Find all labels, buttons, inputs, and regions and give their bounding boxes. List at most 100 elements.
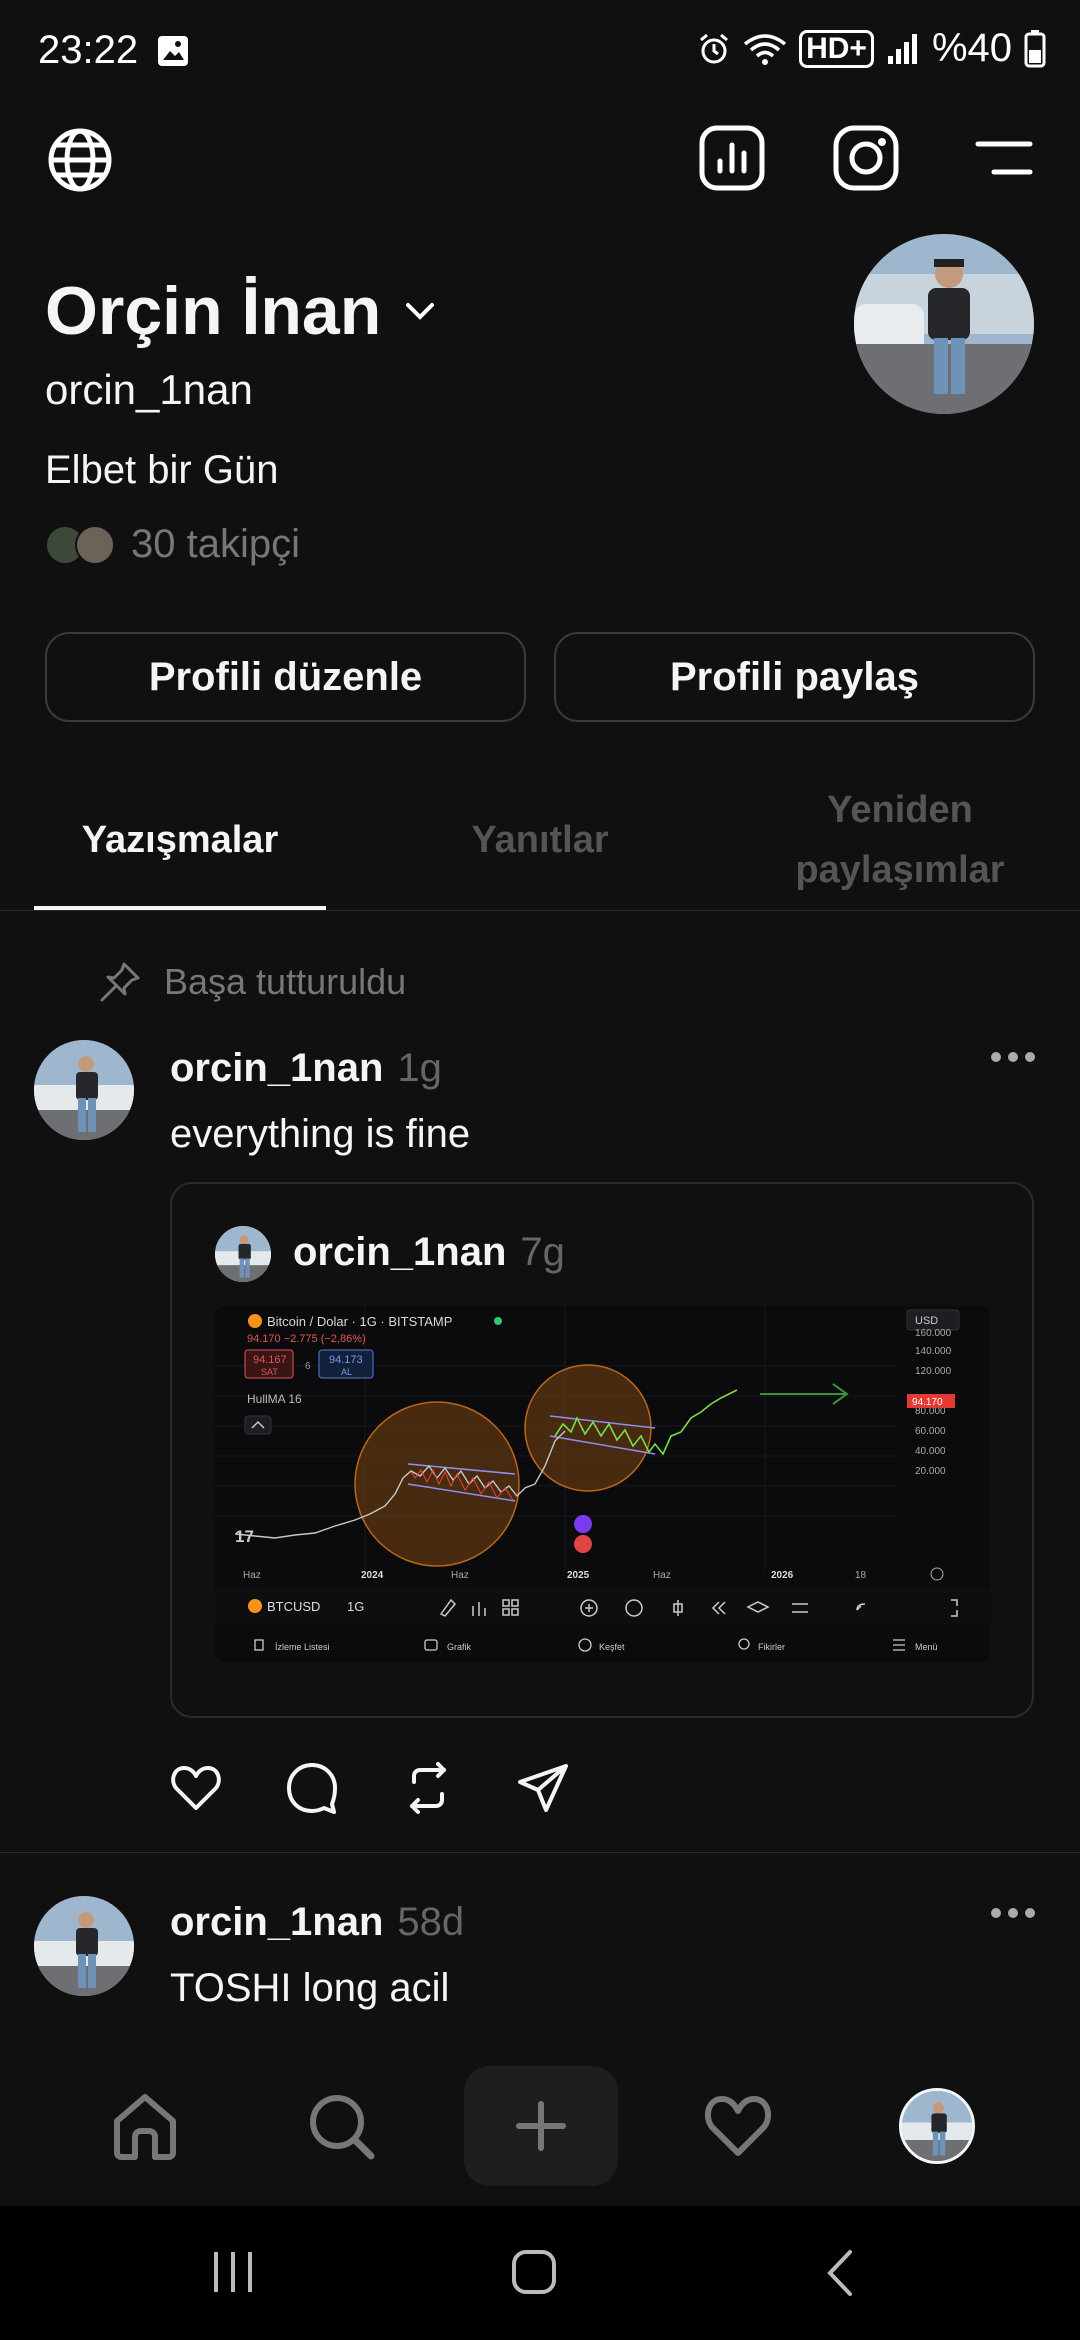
chevron-down-icon[interactable] <box>405 301 435 321</box>
edit-profile-button[interactable]: Profili düzenle <box>45 632 526 722</box>
like-icon[interactable] <box>168 1760 224 1816</box>
tab-replies[interactable]: Yanıtlar <box>395 770 685 910</box>
flag-icon <box>574 1535 592 1553</box>
tab-posts[interactable]: Yazışmalar <box>34 770 326 910</box>
bitcoin-icon <box>248 1599 262 1613</box>
system-navigation-bar <box>0 2206 1080 2340</box>
alarm-icon <box>697 32 731 66</box>
battery-percent: %40 <box>931 26 1012 70</box>
instagram-icon[interactable] <box>826 118 906 198</box>
avatar <box>75 524 115 565</box>
pin-icon <box>98 960 142 1004</box>
post-username[interactable]: orcin_1nan <box>170 1046 383 1090</box>
status-right: HD+ %40 <box>697 26 1046 71</box>
profile-handle: orcin_1nan <box>45 366 253 413</box>
chart-price-line: 94.170 −2.775 (−2,86%) <box>247 1333 366 1345</box>
pinned-label: Başa tutturuldu <box>164 961 407 1002</box>
time-tick: Haz <box>451 1570 469 1581</box>
profile-avatar[interactable] <box>854 234 1034 414</box>
status-time: 23:22 <box>38 28 139 72</box>
profile-name-text: Orçin İnan <box>45 273 382 349</box>
menu-item: İzleme Listesi <box>275 1642 330 1652</box>
home-icon[interactable] <box>70 2066 220 2186</box>
indicator-label: HullMA 16 <box>247 1392 302 1406</box>
search-icon[interactable] <box>266 2066 416 2186</box>
network-type-icon: HD+ <box>799 29 874 68</box>
gallery-notification-icon <box>156 34 190 68</box>
currency-label: USD <box>915 1315 938 1327</box>
post-header: orcin_1nan 1g <box>170 1046 442 1091</box>
price-tick: 140.000 <box>915 1346 952 1357</box>
buy-price: 94.173 <box>329 1354 363 1366</box>
highlight-circle <box>524 1364 652 1492</box>
time-tick: Haz <box>243 1570 261 1581</box>
price-tick: 160.000 <box>915 1328 952 1339</box>
plus-icon <box>516 2101 566 2151</box>
live-indicator-icon <box>494 1317 502 1325</box>
avatar <box>215 1226 271 1282</box>
wifi-icon <box>743 32 787 66</box>
chart-screenshot[interactable]: Bitcoin / Dolar · 1G · BITSTAMP 94.170 −… <box>215 1306 990 1662</box>
price-tick: 20.000 <box>915 1466 946 1477</box>
time-tick: 18 <box>855 1570 867 1581</box>
divider <box>0 910 1080 911</box>
spread-value: 6 <box>305 1361 311 1372</box>
symbol-label: BTCUSD <box>267 1599 320 1614</box>
battery-icon <box>1024 29 1046 68</box>
post-username[interactable]: orcin_1nan <box>170 1900 383 1944</box>
collapse-button <box>244 1415 272 1435</box>
price-tick: 40.000 <box>915 1446 946 1457</box>
home-button-icon[interactable] <box>510 2248 558 2296</box>
avatar[interactable] <box>34 1040 134 1140</box>
more-options-icon[interactable] <box>990 1906 1036 1920</box>
time-tick: 2026 <box>771 1570 794 1581</box>
menu-item: Fikirler <box>758 1642 785 1652</box>
time-tick: Haz <box>653 1570 671 1581</box>
sell-price: 94.167 <box>253 1354 287 1366</box>
divider <box>0 1852 1080 1853</box>
bitcoin-icon <box>248 1314 262 1328</box>
post-text: everything is fine <box>170 1112 471 1156</box>
profile-nav-avatar[interactable] <box>862 2066 1012 2186</box>
post-time: 1g <box>397 1046 442 1090</box>
tradingview-logo: 17 <box>235 1527 254 1546</box>
share-profile-button[interactable]: Profili paylaş <box>554 632 1035 722</box>
buy-label: AL <box>341 1367 352 1377</box>
menu-icon[interactable] <box>964 118 1044 198</box>
share-icon[interactable] <box>516 1760 572 1816</box>
current-price: 94.170 <box>912 1397 943 1408</box>
menu-item: Menü <box>915 1642 938 1652</box>
quoted-time: 7g <box>520 1230 565 1274</box>
tab-reposts[interactable]: Yeniden paylaşımlar <box>760 770 1040 910</box>
create-post-button[interactable] <box>464 2066 618 2186</box>
time-tick: 2024 <box>361 1570 384 1581</box>
comment-icon[interactable] <box>284 1760 340 1816</box>
profile-name[interactable]: Orçin İnan <box>45 272 435 350</box>
follower-avatars <box>45 524 115 565</box>
more-options-icon[interactable] <box>990 1050 1036 1064</box>
post-actions <box>168 1760 572 1816</box>
followers-count: 30 takipçi <box>131 522 300 566</box>
post-time: 58d <box>397 1900 465 1944</box>
insights-icon[interactable] <box>692 118 772 198</box>
quoted-post-header: orcin_1nan 7g <box>293 1230 565 1275</box>
menu-item: Keşfet <box>599 1642 625 1652</box>
sell-label: SAT <box>261 1367 278 1377</box>
quoted-username: orcin_1nan <box>293 1230 507 1274</box>
price-tick: 120.000 <box>915 1366 952 1377</box>
activity-heart-icon[interactable] <box>663 2066 813 2186</box>
followers-row[interactable]: 30 takipçi <box>45 522 300 567</box>
status-bar: 23:22 HD+ %40 <box>0 0 1080 100</box>
repost-icon[interactable] <box>400 1760 456 1816</box>
interval-label: 1G <box>347 1599 364 1614</box>
time-tick: 2025 <box>567 1570 590 1581</box>
globe-icon[interactable] <box>40 120 120 200</box>
recent-apps-icon[interactable] <box>210 2250 256 2294</box>
back-icon[interactable] <box>822 2248 856 2298</box>
avatar[interactable] <box>34 1896 134 1996</box>
price-tick: 60.000 <box>915 1426 946 1437</box>
profile-bio: Elbet bir Gün <box>45 448 279 492</box>
event-icon <box>574 1515 592 1533</box>
chart-title: Bitcoin / Dolar · 1G · BITSTAMP <box>267 1314 452 1329</box>
pinned-indicator: Başa tutturuldu <box>98 960 406 1004</box>
